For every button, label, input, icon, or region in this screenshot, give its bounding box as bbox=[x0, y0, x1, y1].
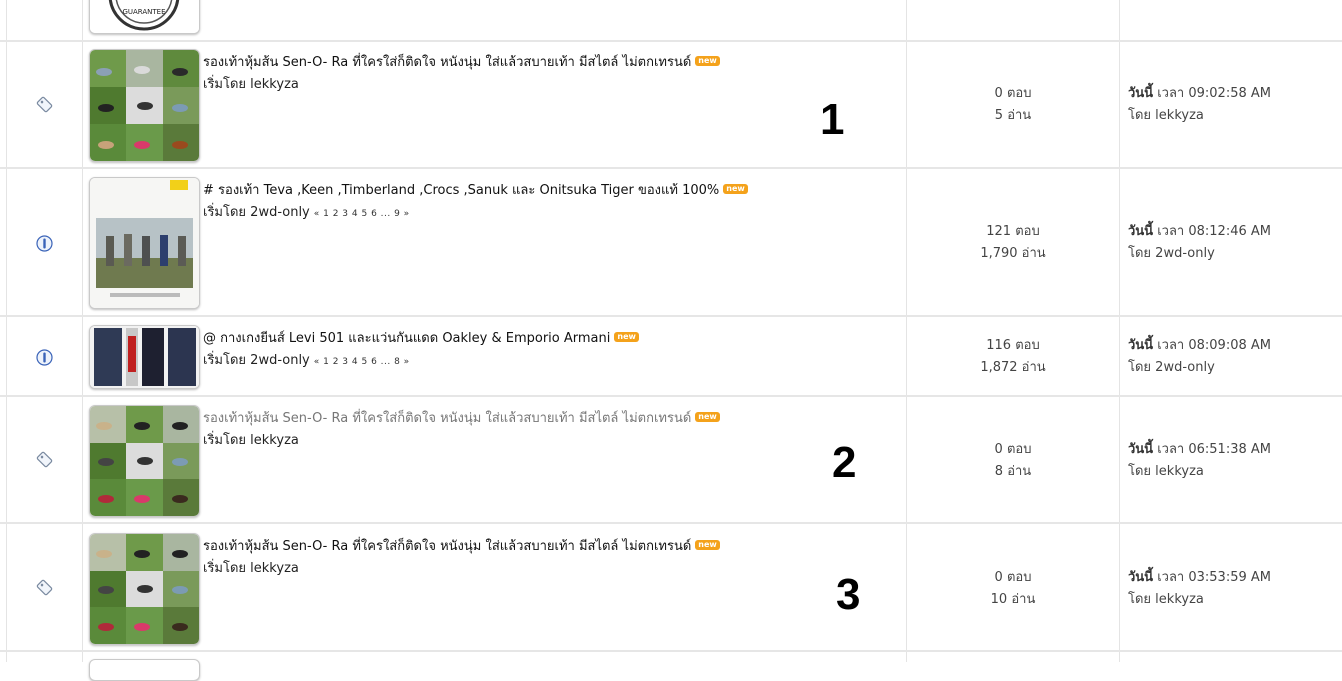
new-badge: new bbox=[614, 332, 639, 342]
replies-count: 116 ตอบ bbox=[986, 338, 1040, 353]
new-badge: new bbox=[695, 540, 720, 550]
topic-thumbnail[interactable] bbox=[89, 405, 200, 517]
topic-thumbnail[interactable] bbox=[89, 533, 200, 645]
new-badge: new bbox=[723, 184, 748, 194]
starter-text: เริ่มโดย lekkyza bbox=[203, 77, 299, 92]
last-post-author[interactable]: โดย lekkyza bbox=[1128, 461, 1271, 483]
row-divider bbox=[0, 40, 1342, 42]
row-divider bbox=[0, 315, 1342, 317]
topic-stats: 0 ตอบ 8 อ่าน bbox=[907, 439, 1119, 483]
topic-thumbnail[interactable] bbox=[89, 49, 200, 162]
last-post[interactable]: วันนี้ เวลา 09:02:58 AM โดย lekkyza bbox=[1128, 83, 1271, 127]
views-count: 5 อ่าน bbox=[994, 108, 1032, 123]
last-post-author[interactable]: โดย lekkyza bbox=[1128, 589, 1271, 611]
views-count: 1,872 อ่าน bbox=[980, 360, 1046, 375]
last-post[interactable]: วันนี้ เวลา 03:53:59 AM โดย lekkyza bbox=[1128, 567, 1271, 611]
page-links[interactable]: « 1 2 3 4 5 6 ... 8 » bbox=[314, 357, 410, 367]
last-post-author[interactable]: โดย lekkyza bbox=[1128, 105, 1271, 127]
replies-count: 121 ตอบ bbox=[986, 224, 1040, 239]
topic-starter: เริ่มโดย lekkyza bbox=[203, 429, 299, 450]
column-divider bbox=[1119, 0, 1120, 662]
new-badge: new bbox=[695, 412, 720, 422]
row-divider bbox=[0, 522, 1342, 524]
views-count: 1,790 อ่าน bbox=[980, 246, 1046, 261]
page-links[interactable]: « 1 2 3 4 5 6 ... 9 » bbox=[314, 209, 410, 219]
column-divider bbox=[82, 0, 83, 662]
starter-text[interactable]: เริ่มโดย 2wd-only bbox=[203, 205, 310, 220]
topic-starter: เริ่มโดย 2wd-only « 1 2 3 4 5 6 ... 9 » bbox=[203, 201, 410, 222]
last-post-day: วันนี้ bbox=[1128, 224, 1154, 239]
column-divider bbox=[6, 0, 7, 662]
topic-starter: เริ่มโดย lekkyza bbox=[203, 73, 299, 94]
last-post[interactable]: วันนี้ เวลา 06:51:38 AM โดย lekkyza bbox=[1128, 439, 1271, 483]
topic-stats: 0 ตอบ 10 อ่าน bbox=[907, 567, 1119, 611]
views-count: 10 อ่าน bbox=[990, 592, 1036, 607]
topic-stats: 121 ตอบ 1,790 อ่าน bbox=[907, 221, 1119, 265]
last-post-day: วันนี้ bbox=[1128, 86, 1154, 101]
annotation-number: 2 bbox=[832, 438, 857, 487]
last-post[interactable]: วันนี้ เวลา 08:12:46 AM โดย 2wd-only bbox=[1128, 221, 1271, 265]
shoe-collage-image bbox=[90, 406, 199, 516]
topic-title-link[interactable]: รองเท้าหุ้มส้น Sen-O- Ra ที่ใครใส่ก็ติดใ… bbox=[203, 407, 720, 428]
topic-title-text[interactable]: # รองเท้า Teva ,Keen ,Timberland ,Crocs … bbox=[203, 183, 719, 198]
topic-starter: เริ่มโดย 2wd-only « 1 2 3 4 5 6 ... 8 » bbox=[203, 349, 410, 370]
topic-starter: เริ่มโดย lekkyza bbox=[203, 557, 299, 578]
shoe-collage-image bbox=[90, 50, 199, 161]
topic-tag-icon bbox=[36, 96, 53, 113]
topic-title-link[interactable]: รองเท้าหุ้มส้น Sen-O- Ra ที่ใครใส่ก็ติดใ… bbox=[203, 535, 720, 556]
views-count: 8 อ่าน bbox=[994, 464, 1032, 479]
topic-tag-icon bbox=[36, 451, 53, 468]
annotation-number: 3 bbox=[836, 570, 861, 619]
last-post-author[interactable]: โดย 2wd-only bbox=[1128, 243, 1271, 265]
starter-text: เริ่มโดย lekkyza bbox=[203, 561, 299, 576]
topic-thumbnail[interactable] bbox=[89, 659, 200, 681]
last-post-day: วันนี้ bbox=[1128, 338, 1154, 353]
topic-title-link[interactable]: รองเท้าหุ้มส้น Sen-O- Ra ที่ใครใส่ก็ติดใ… bbox=[203, 51, 720, 72]
new-badge: new bbox=[695, 56, 720, 66]
topic-title-link[interactable]: @ กางเกงยีนส์ Levi 501 และแว่นกันแดด Oak… bbox=[203, 327, 639, 348]
topic-thumbnail[interactable] bbox=[89, 325, 200, 389]
topic-title-text[interactable]: รองเท้าหุ้มส้น Sen-O- Ra ที่ใครใส่ก็ติดใ… bbox=[203, 55, 691, 70]
topic-title-link[interactable]: # รองเท้า Teva ,Keen ,Timberland ,Crocs … bbox=[203, 179, 748, 200]
last-post[interactable]: วันนี้ เวลา 08:09:08 AM โดย 2wd-only bbox=[1128, 335, 1271, 379]
last-post-time: เวลา 03:53:59 AM bbox=[1153, 570, 1271, 585]
starter-text: เริ่มโดย lekkyza bbox=[203, 433, 299, 448]
topic-tag-icon bbox=[36, 579, 53, 596]
topic-thumbnail[interactable]: GUARANTEE bbox=[89, 0, 200, 34]
topic-thumbnail[interactable] bbox=[89, 177, 200, 309]
last-post-time: เวลา 06:51:38 AM bbox=[1153, 442, 1271, 457]
replies-count: 0 ตอบ bbox=[994, 86, 1032, 101]
annotation-number: 1 bbox=[820, 95, 845, 144]
jeans-image bbox=[90, 326, 199, 388]
starter-text[interactable]: เริ่มโดย 2wd-only bbox=[203, 353, 310, 368]
last-post-time: เวลา 08:09:08 AM bbox=[1153, 338, 1271, 353]
topic-title-text[interactable]: @ กางเกงยีนส์ Levi 501 และแว่นกันแดด Oak… bbox=[203, 331, 610, 346]
last-post-day: วันนี้ bbox=[1128, 442, 1154, 457]
last-post-time: เวลา 09:02:58 AM bbox=[1153, 86, 1271, 101]
topic-title-text[interactable]: รองเท้าหุ้มส้น Sen-O- Ra ที่ใครใส่ก็ติดใ… bbox=[203, 411, 691, 426]
last-post-time: เวลา 08:12:46 AM bbox=[1153, 224, 1271, 239]
guarantee-seal-image: GUARANTEE bbox=[90, 0, 199, 33]
info-icon bbox=[36, 349, 53, 366]
row-divider bbox=[0, 167, 1342, 169]
last-post-day: วันนี้ bbox=[1128, 570, 1154, 585]
last-post-author[interactable]: โดย 2wd-only bbox=[1128, 357, 1271, 379]
shoe-collage-image bbox=[90, 534, 199, 644]
seal-text: GUARANTEE bbox=[122, 8, 165, 16]
info-icon bbox=[36, 235, 53, 252]
row-divider bbox=[0, 395, 1342, 397]
topic-stats: 0 ตอบ 5 อ่าน bbox=[907, 83, 1119, 127]
topic-stats: 116 ตอบ 1,872 อ่าน bbox=[907, 335, 1119, 379]
replies-count: 0 ตอบ bbox=[994, 570, 1032, 585]
topic-title-text[interactable]: รองเท้าหุ้มส้น Sen-O- Ra ที่ใครใส่ก็ติดใ… bbox=[203, 539, 691, 554]
teva-ad-image bbox=[90, 178, 199, 308]
row-divider bbox=[0, 650, 1342, 652]
replies-count: 0 ตอบ bbox=[994, 442, 1032, 457]
